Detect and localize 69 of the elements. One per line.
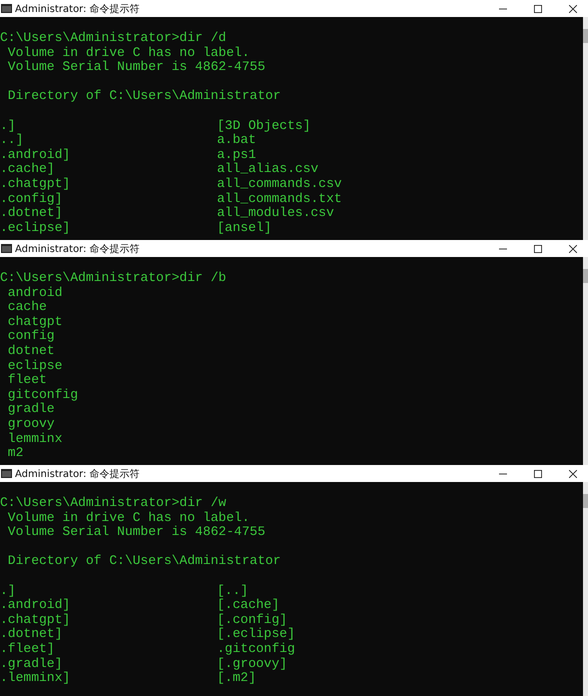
console-icon: [1, 244, 12, 253]
console-line: Volume in drive C has no label.: [6, 46, 250, 60]
scroll-thumb[interactable]: [583, 269, 588, 283]
maximize-icon: [534, 244, 542, 252]
scrollbar[interactable]: [583, 482, 588, 696]
directory-entry: .dotnet]: [0, 627, 64, 642]
window-title: Administrator: 命令提示符: [15, 242, 140, 256]
console-line: Volume Serial Number is 4862-4755: [6, 60, 266, 75]
directory-entry: [3D Objects]: [217, 118, 311, 134]
console-line: fleet: [6, 373, 47, 388]
window-title: Administrator: 命令提示符: [15, 2, 140, 16]
window-title: Administrator: 命令提示符: [15, 468, 140, 480]
console-line: C:\Users\Administrator>dir /b: [0, 271, 226, 286]
console-line: m2: [6, 446, 24, 461]
console-line: Directory of C:\Users\Administrator: [6, 89, 281, 104]
directory-entry: a.ps1: [217, 148, 256, 162]
directory-entry: ..]: [0, 133, 24, 148]
directory-entry: all_commands.txt: [217, 192, 342, 206]
directory-entry: .cache]: [0, 162, 56, 177]
directory-entry: [..]: [217, 584, 248, 598]
console-line: dotnet: [6, 344, 55, 359]
close-icon: [569, 470, 577, 478]
directory-entry: all_alias.csv: [217, 162, 318, 177]
scrollbar[interactable]: [583, 17, 588, 240]
directory-entry: a.bat: [217, 133, 256, 148]
maximize-icon: [534, 470, 542, 478]
scrollbar[interactable]: [583, 257, 588, 465]
maximize-icon: [534, 4, 542, 12]
directory-entry: [.eclipse]: [217, 627, 296, 642]
console-line: Directory of C:\Users\Administrator: [6, 554, 281, 569]
console-line: android: [6, 286, 62, 300]
console-line: gradle: [6, 402, 55, 417]
directory-entry: .config]: [0, 192, 64, 206]
scroll-thumb[interactable]: [583, 494, 588, 508]
directory-entry: all_commands.csv: [217, 176, 342, 192]
console-line: config: [6, 329, 55, 344]
directory-entry: .]: [0, 584, 17, 598]
directory-entry: .lemminx]: [0, 671, 72, 686]
directory-entry: .gitconfig: [217, 642, 296, 657]
directory-entry: .]: [0, 118, 17, 134]
directory-entry: .eclipse]: [0, 220, 72, 236]
scroll-thumb[interactable]: [583, 29, 588, 43]
console-line: C:\Users\Administrator>dir /w: [0, 496, 226, 511]
directory-entry: .chatgpt]: [0, 176, 72, 192]
console-line: cache: [6, 300, 47, 315]
console-line: chatgpt: [6, 314, 62, 330]
directory-entry: [.config]: [217, 612, 288, 628]
console-line: lemminx: [6, 432, 62, 446]
close-icon: [569, 4, 577, 12]
directory-entry: [.groovy]: [217, 656, 288, 672]
console-line: gitconfig: [6, 388, 78, 402]
console-line: groovy: [6, 416, 55, 432]
directory-entry: .android]: [0, 148, 72, 162]
directory-entry: [.cache]: [217, 598, 280, 613]
directory-entry: all_modules.csv: [217, 206, 334, 221]
directory-entry: .fleet]: [0, 642, 56, 657]
console-line: Volume Serial Number is 4862-4755: [6, 525, 266, 540]
console-line: Volume in drive C has no label.: [6, 510, 250, 526]
close-icon: [569, 244, 577, 252]
directory-entry: [ansel]: [217, 220, 272, 236]
directory-entry: .gradle]: [0, 656, 64, 672]
directory-entry: [.m2]: [217, 671, 256, 686]
console-icon: [1, 4, 12, 13]
console-line: eclipse: [6, 358, 62, 374]
directory-entry: .android]: [0, 598, 72, 613]
directory-entry: .dotnet]: [0, 206, 64, 221]
console-line: C:\Users\Administrator>dir /d: [0, 31, 226, 46]
directory-entry: .chatgpt]: [0, 612, 72, 628]
console-icon: [1, 469, 12, 478]
